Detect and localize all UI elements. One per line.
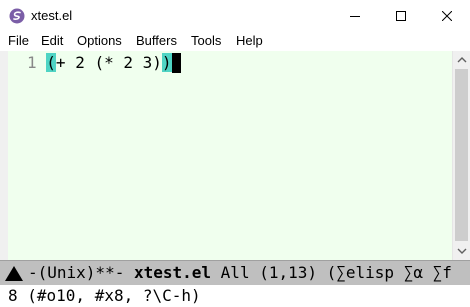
minimize-button[interactable] (332, 0, 378, 31)
menu-edit[interactable]: Edit (41, 33, 63, 48)
menu-bar: File Edit Options Buffers Tools Help (0, 31, 470, 51)
minimize-icon (350, 15, 360, 17)
close-icon (442, 10, 452, 21)
maximize-button[interactable] (378, 0, 424, 31)
scroll-thumb[interactable] (455, 69, 468, 241)
mode-line-text: -(Unix)**- xtest.el All (1,13) (∑elisp ∑… (28, 261, 452, 285)
code-text: + 2 (* 2 3) (55, 53, 162, 72)
mode-line: -(Unix)**- xtest.el All (1,13) (∑elisp ∑… (0, 260, 470, 285)
title-bar: xtest.el (0, 0, 470, 31)
menu-options[interactable]: Options (77, 33, 122, 48)
emacs-icon (9, 8, 25, 24)
echo-area-text: 8 (#o10, #x8, ?\C-h) (8, 286, 201, 305)
code-line[interactable]: 1 (+ 2 (* 2 3)) (27, 53, 181, 73)
scroll-up-arrow-icon[interactable] (456, 54, 468, 66)
mode-line-prefix: -(Unix)**- (28, 263, 125, 282)
editor-area[interactable]: 1 (+ 2 (* 2 3)) (0, 51, 470, 260)
close-button[interactable] (424, 0, 470, 31)
mode-line-buffer-name[interactable]: xtest.el (134, 263, 211, 282)
matching-open-paren: ( (46, 53, 56, 72)
line-number: 1 (27, 53, 37, 72)
menu-help[interactable]: Help (236, 33, 263, 48)
menu-buffers[interactable]: Buffers (136, 33, 177, 48)
window-title: xtest.el (31, 8, 73, 23)
scroll-down-arrow-icon[interactable] (456, 245, 468, 257)
left-fringe (0, 51, 8, 260)
echo-area[interactable]: 8 (#o10, #x8, ?\C-h) (0, 285, 470, 307)
matching-close-paren: ) (161, 53, 172, 72)
triangle-icon (5, 266, 23, 281)
menu-file[interactable]: File (8, 33, 29, 48)
vertical-scrollbar[interactable] (452, 51, 470, 260)
maximize-icon (396, 10, 406, 21)
menu-tools[interactable]: Tools (191, 33, 221, 48)
mode-line-status: All (1,13) (∑elisp ∑α ∑f (220, 263, 452, 282)
text-cursor (171, 53, 181, 73)
